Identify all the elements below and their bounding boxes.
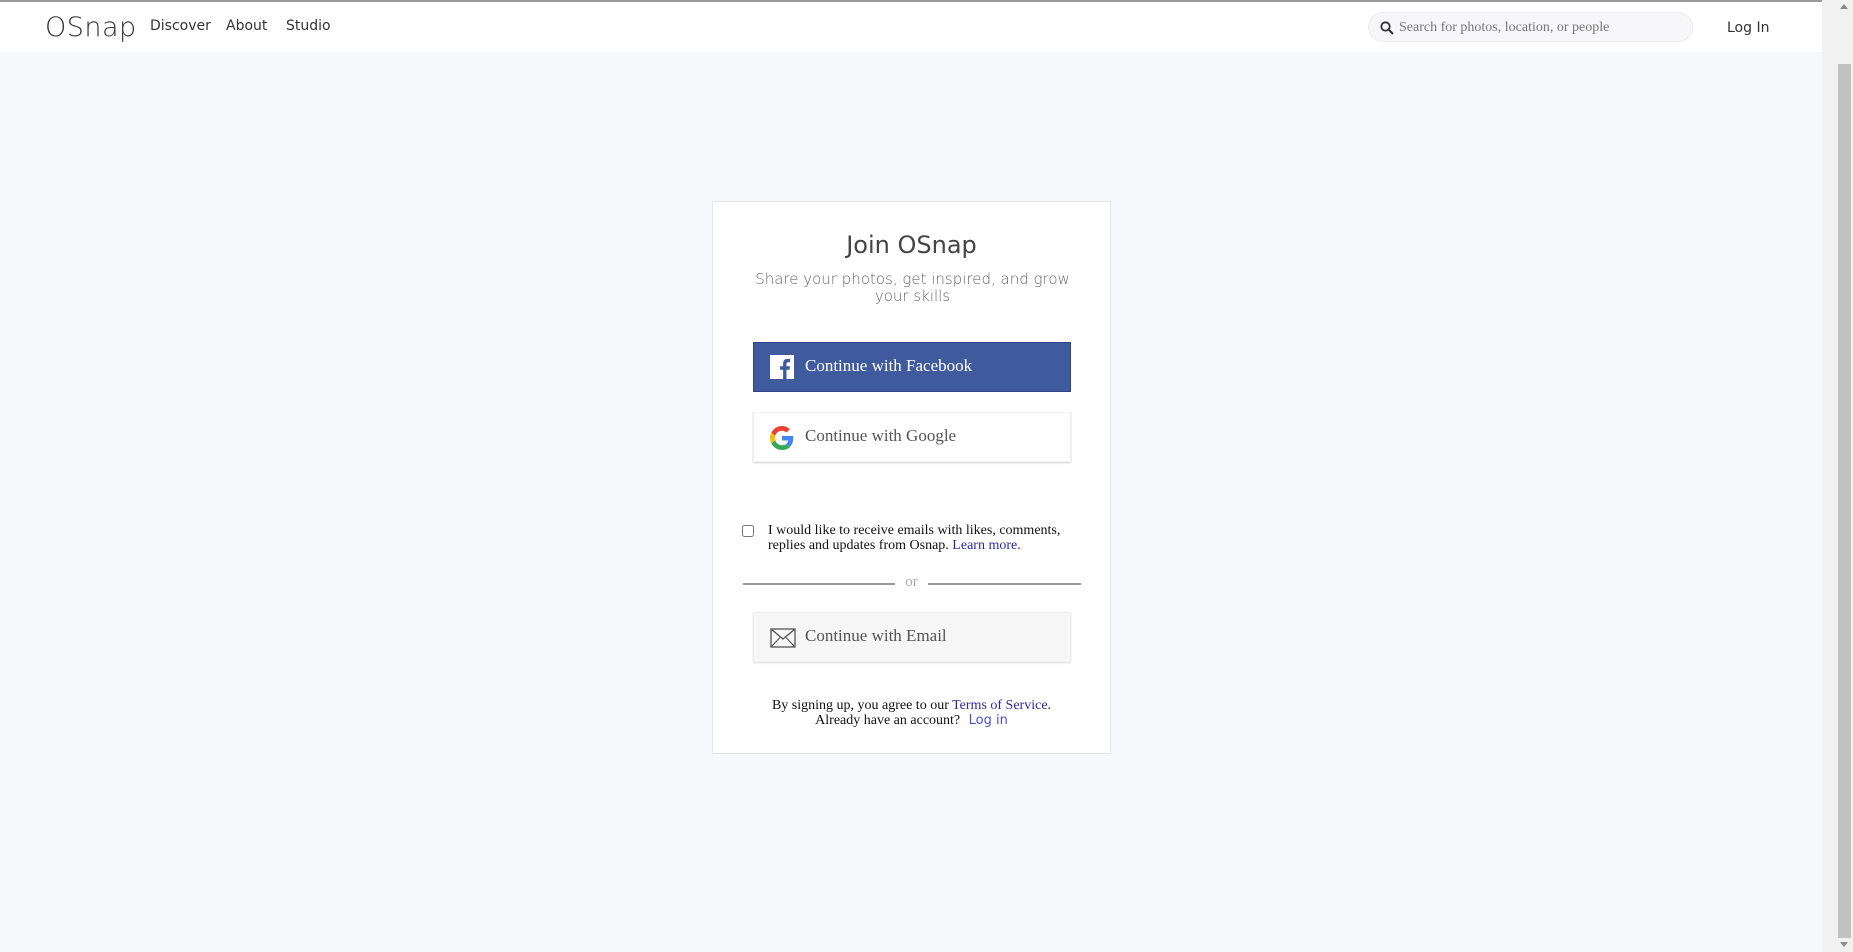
header-login-link[interactable]: Log In [1727,20,1769,36]
scrollbar-thumb[interactable] [1838,64,1851,938]
email-consent-checkbox[interactable] [742,525,754,537]
terms-text: By signing up, you agree to our Terms of… [713,698,1110,728]
top-navbar: OSnap Discover About Studio Log In [0,2,1822,52]
signup-subtitle: Share your photos, get inspired, and gro… [755,270,1070,305]
scroll-down-arrow-icon[interactable] [1840,942,1848,947]
email-signup-button[interactable]: Continue with Email [753,612,1071,662]
nav-discover[interactable]: Discover [150,18,211,34]
facebook-icon [770,355,794,379]
google-signup-button[interactable]: Continue with Google [753,412,1071,462]
nav-studio[interactable]: Studio [286,18,331,34]
facebook-button-label: Continue with Facebook [805,356,973,375]
terms-line: By signing up, you agree to our Terms of… [713,698,1110,713]
google-button-label: Continue with Google [805,426,957,445]
terms-suffix: . [1047,698,1052,713]
login-link[interactable]: Log in [969,713,1008,728]
signup-card: Join OSnap Share your photos, get inspir… [712,201,1111,754]
search-input[interactable] [1397,16,1686,40]
logo[interactable]: OSnap [45,12,137,43]
divider-line-left [743,583,895,585]
email-consent-text: I would like to receive emails with like… [768,523,1088,553]
google-icon [770,426,794,450]
account-prompt: Already have an account? [815,713,961,728]
nav-about[interactable]: About [226,18,267,34]
account-line: Already have an account? Log in [713,713,1110,728]
facebook-signup-button[interactable]: Continue with Facebook [753,342,1071,392]
divider-line-right [928,583,1081,585]
email-button-label: Continue with Email [805,626,947,645]
terms-prefix: By signing up, you agree to our [771,698,949,713]
learn-more-link[interactable]: Learn more. [952,538,1020,553]
search-icon [1380,21,1394,35]
divider-or: or [905,574,918,590]
signup-title: Join OSnap [846,231,977,259]
scroll-up-arrow-icon[interactable] [1840,4,1848,9]
mail-icon [770,628,796,648]
terms-of-service-link[interactable]: Terms of Service [952,698,1047,713]
search-box[interactable] [1368,12,1693,42]
